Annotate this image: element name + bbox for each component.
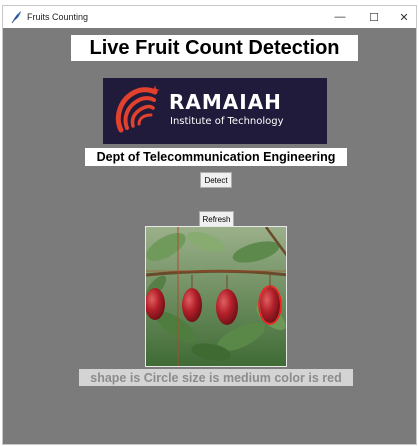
detect-button[interactable]: Detect <box>200 172 232 188</box>
department-label: Dept of Telecommunication Engineering <box>85 148 347 166</box>
logo-subtitle: Institute of Technology <box>170 116 284 127</box>
refresh-button[interactable]: Refresh <box>199 211 234 227</box>
minimize-button[interactable]: — <box>325 6 355 28</box>
close-button[interactable]: ✕ <box>389 6 419 28</box>
fruit-tree-photo <box>145 226 287 367</box>
ramaiah-emblem-icon <box>115 85 160 133</box>
institute-logo: RAMAIAH Institute of Technology <box>103 78 327 144</box>
feather-icon <box>9 10 23 24</box>
app-content: Live Fruit Count Detection RAMAIAH Insti… <box>3 28 416 446</box>
detection-result: shape is Circle size is medium color is … <box>79 369 353 386</box>
title-bar[interactable]: Fruits Counting — ☐ ✕ <box>3 6 416 28</box>
maximize-button[interactable]: ☐ <box>359 6 389 28</box>
window-title: Fruits Counting <box>27 12 89 22</box>
page-title: Live Fruit Count Detection <box>71 35 358 61</box>
app-window: Fruits Counting — ☐ ✕ Live Fruit Count D… <box>2 5 417 445</box>
logo-name: RAMAIAH <box>169 90 282 114</box>
